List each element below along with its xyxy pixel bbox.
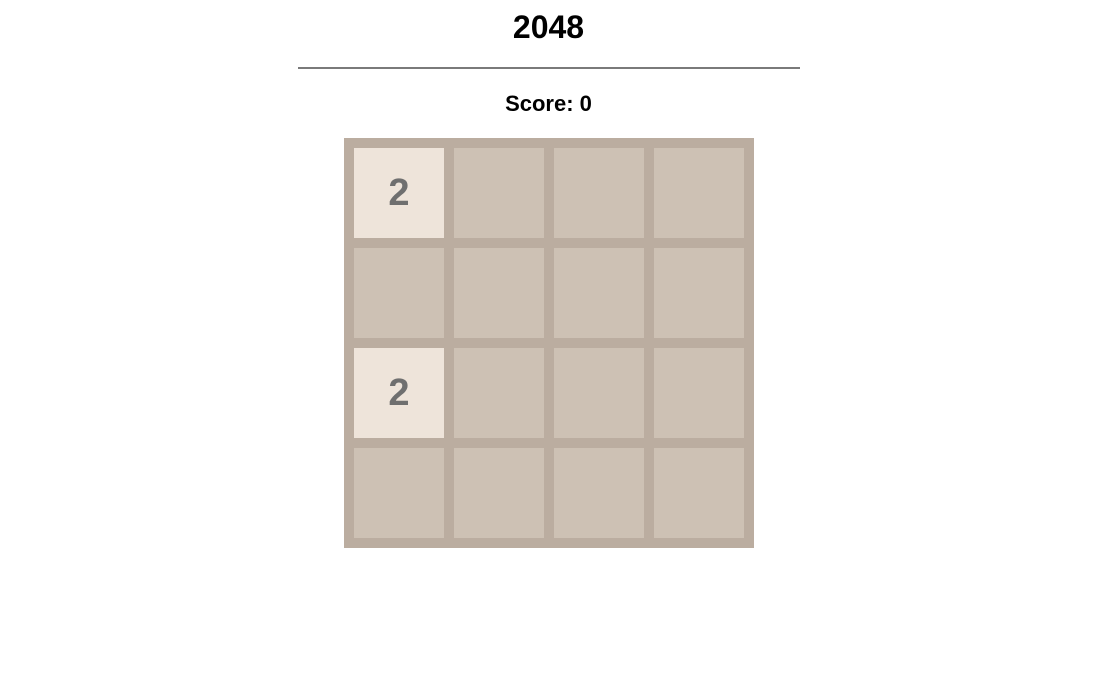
- board-cell-0-0: 2: [354, 148, 444, 238]
- board-cell-3-1: [454, 448, 544, 538]
- game-board[interactable]: 2 2: [344, 138, 754, 548]
- board-cell-3-2: [554, 448, 644, 538]
- board-cell-3-3: [654, 448, 744, 538]
- title-divider: [298, 67, 800, 69]
- board-cell-2-1: [454, 348, 544, 438]
- board-cell-1-2: [554, 248, 644, 338]
- board-cell-1-1: [454, 248, 544, 338]
- board-cell-0-2: [554, 148, 644, 238]
- board-cell-0-3: [654, 148, 744, 238]
- board-cell-2-3: [654, 348, 744, 438]
- board-cell-3-0: [354, 448, 444, 538]
- game-title: 2048: [512, 9, 585, 45]
- board-cell-1-0: [354, 248, 444, 338]
- board-cell-2-2: [554, 348, 644, 438]
- game-page: 2048 Score: 0 2 2: [0, 0, 1116, 683]
- board-cell-2-0: 2: [354, 348, 444, 438]
- board-cell-1-3: [654, 248, 744, 338]
- score-display: Score: 0: [505, 91, 592, 116]
- board-cell-0-1: [454, 148, 544, 238]
